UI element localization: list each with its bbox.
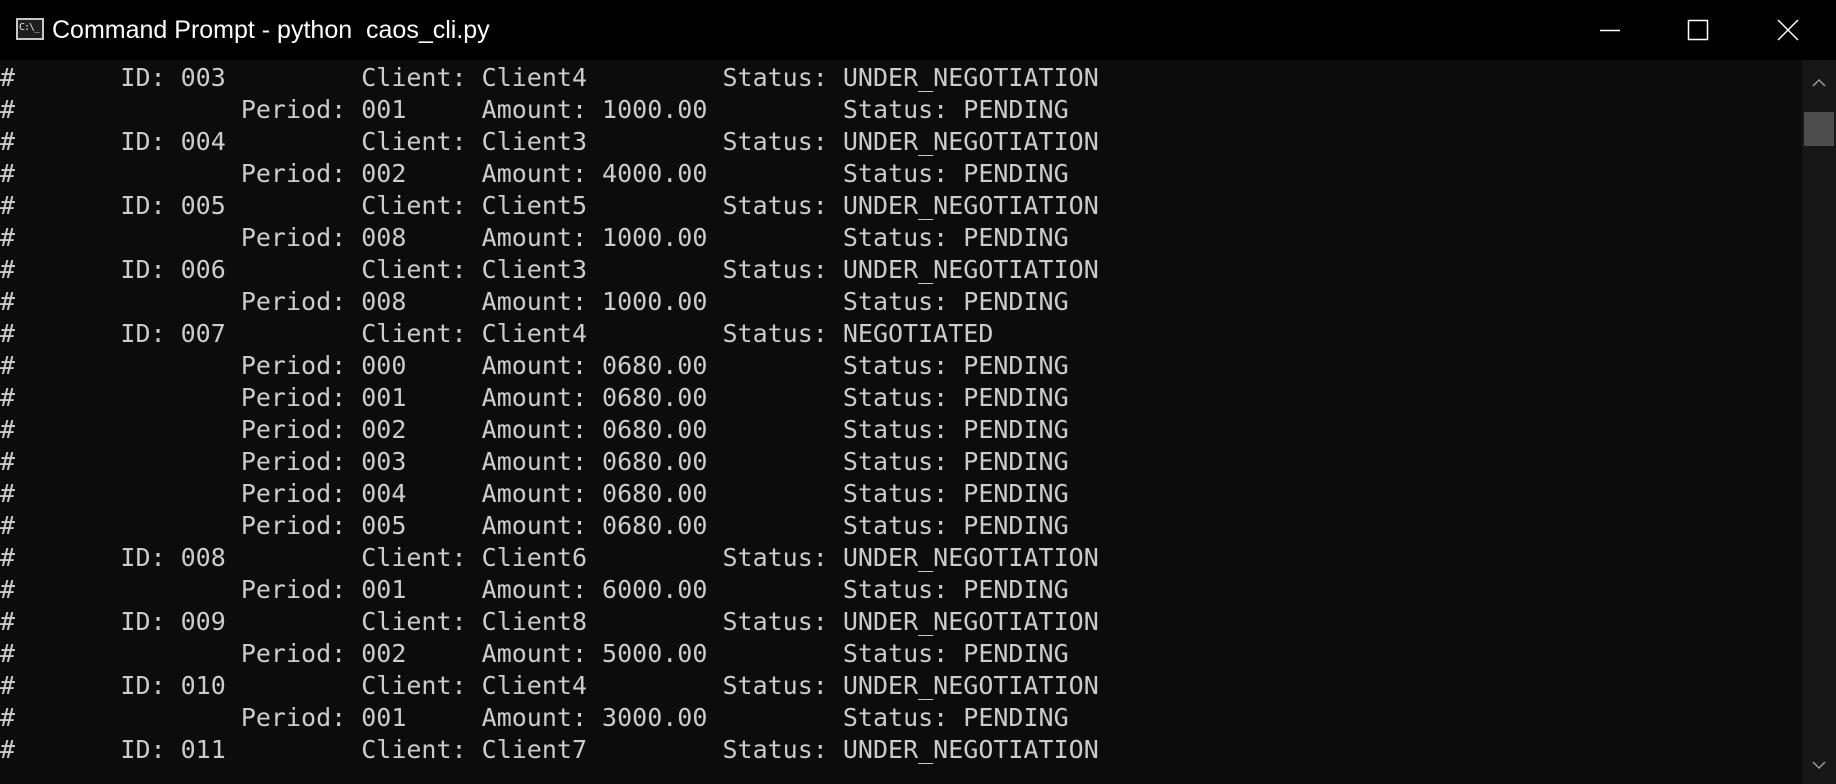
terminal-line: # Period: 004 Amount: 0680.00 Status: PE… — [0, 479, 1069, 508]
terminal-output[interactable]: # ID: 003 Client: Client4 Status: UNDER_… — [0, 60, 1802, 784]
close-button[interactable] — [1742, 0, 1832, 60]
terminal-line: # ID: 008 Client: Client6 Status: UNDER_… — [0, 543, 1099, 572]
terminal-line: # ID: 010 Client: Client4 Status: UNDER_… — [0, 671, 1099, 700]
close-icon — [1777, 19, 1799, 41]
terminal-line: # Period: 005 Amount: 0680.00 Status: PE… — [0, 511, 1069, 540]
scrollbar-thumb[interactable] — [1804, 112, 1834, 146]
terminal-line: # Period: 008 Amount: 1000.00 Status: PE… — [0, 287, 1069, 316]
terminal-line: # Period: 002 Amount: 5000.00 Status: PE… — [0, 639, 1069, 668]
command-prompt-icon-label: C:\_ — [19, 22, 40, 33]
scroll-up-button[interactable] — [1802, 66, 1836, 100]
terminal-line: # Period: 001 Amount: 1000.00 Status: PE… — [0, 95, 1069, 124]
title-bar[interactable]: C:\_ Command Prompt - python caos_cli.py — [0, 0, 1836, 60]
command-prompt-window: C:\_ Command Prompt - python caos_cli.py… — [0, 0, 1836, 784]
terminal-line: # Period: 001 Amount: 6000.00 Status: PE… — [0, 575, 1069, 604]
window-title: Command Prompt - python caos_cli.py — [52, 16, 490, 44]
terminal-line: # Period: 008 Amount: 1000.00 Status: PE… — [0, 223, 1069, 252]
maximize-button[interactable] — [1652, 0, 1742, 60]
terminal-line: # ID: 005 Client: Client5 Status: UNDER_… — [0, 191, 1099, 220]
terminal-line: # Period: 003 Amount: 0680.00 Status: PE… — [0, 447, 1069, 476]
terminal-line: # Period: 000 Amount: 0680.00 Status: PE… — [0, 351, 1069, 380]
maximize-icon — [1687, 19, 1709, 41]
terminal-line: # Period: 001 Amount: 0680.00 Status: PE… — [0, 383, 1069, 412]
terminal-line: # ID: 006 Client: Client3 Status: UNDER_… — [0, 255, 1099, 284]
minimize-button[interactable] — [1562, 0, 1652, 60]
minimize-icon — [1600, 29, 1620, 32]
chevron-down-icon — [1812, 761, 1826, 770]
terminal-line: # ID: 007 Client: Client4 Status: NEGOTI… — [0, 319, 994, 348]
terminal-line: # ID: 003 Client: Client4 Status: UNDER_… — [0, 63, 1099, 92]
chevron-up-icon — [1812, 78, 1826, 87]
terminal-line: # Period: 002 Amount: 0680.00 Status: PE… — [0, 415, 1069, 444]
terminal-line: # Period: 001 Amount: 3000.00 Status: PE… — [0, 703, 1069, 732]
terminal-line: # ID: 009 Client: Client8 Status: UNDER_… — [0, 607, 1099, 636]
command-prompt-icon: C:\_ — [16, 18, 44, 40]
terminal-line: # ID: 004 Client: Client3 Status: UNDER_… — [0, 127, 1099, 156]
terminal-line: # Period: 002 Amount: 4000.00 Status: PE… — [0, 159, 1069, 188]
terminal-line: # ID: 011 Client: Client7 Status: UNDER_… — [0, 735, 1099, 764]
vertical-scrollbar[interactable] — [1802, 60, 1836, 784]
scroll-down-button[interactable] — [1802, 748, 1836, 782]
